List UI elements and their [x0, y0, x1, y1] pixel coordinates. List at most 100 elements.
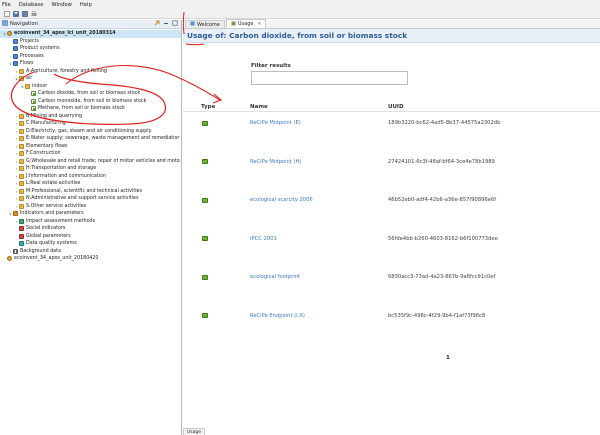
- tree-item-label: indoor: [32, 83, 48, 89]
- new-icon[interactable]: [3, 10, 10, 17]
- tree-item[interactable]: Global parameters: [0, 233, 181, 241]
- navigation-title: Navigation: [10, 21, 38, 27]
- folder-icon: [19, 241, 24, 247]
- folder-icon: [13, 61, 18, 67]
- tree-item[interactable]: Carbon dioxide, from soil or biomass sto…: [0, 90, 181, 98]
- table-row[interactable]: ReCiPe Midpoint (E) 189b3220-bc62-4ad5-8b…: [183, 117, 600, 129]
- table-row[interactable]: ReCiPe Endpoint (I,A) bc535f9c-498c-4f29-…: [183, 310, 600, 322]
- tree-item[interactable]: Social indicators: [0, 225, 181, 233]
- tree-item[interactable]: › A:Agriculture, forestry and fishing: [0, 68, 181, 76]
- usage-tab-icon: [231, 21, 236, 28]
- tree-item[interactable]: › Impact assessment methods: [0, 218, 181, 226]
- tree-item[interactable]: › M:Professional, scientific and technica…: [0, 188, 181, 196]
- tree-item-label: S:Other service activities: [26, 203, 87, 209]
- tree-item-label: C:Manufacturing: [26, 121, 66, 127]
- tree-item[interactable]: › B:Mining and quarrying: [0, 113, 181, 121]
- tree-item-label: Indicators and parameters: [20, 211, 84, 217]
- tree-item[interactable]: › G:Wholesale and retail trade; repair of…: [0, 158, 181, 166]
- tree-item[interactable]: Data quality systems: [0, 240, 181, 248]
- page-number[interactable]: 1: [446, 355, 450, 361]
- save-icon[interactable]: [12, 10, 19, 17]
- tree-item-label: E:Water supply; sewerage, waste manageme…: [26, 136, 180, 142]
- tree-item-label: Elementary flows: [26, 143, 68, 149]
- close-icon[interactable]: ✕: [257, 22, 261, 27]
- filter-label: Filter results: [251, 63, 291, 69]
- tree-item-label: Product systems: [20, 46, 60, 52]
- tab-welcome[interactable]: Welcome: [185, 20, 225, 28]
- tab-usage[interactable]: Usage ✕: [225, 19, 267, 28]
- tree-item[interactable]: › Background data: [0, 248, 181, 256]
- column-uuid[interactable]: UUID: [388, 104, 404, 110]
- tree-item[interactable]: › C:Manufacturing: [0, 120, 181, 128]
- column-name[interactable]: Name: [250, 104, 268, 110]
- impact-method-icon: [202, 236, 208, 241]
- folder-icon: [13, 46, 18, 52]
- tree-item[interactable]: ∨ indoor: [0, 83, 181, 91]
- tree-item-label: Carbon dioxide, from soil or biomass sto…: [38, 91, 141, 97]
- maximize-icon[interactable]: [172, 20, 178, 28]
- table-row[interactable]: ecological footprint 6830acc3-73ad-4a23-8…: [183, 271, 600, 283]
- navigation-icon: [2, 20, 8, 28]
- tree-item[interactable]: › H:Transportation and storage: [0, 165, 181, 173]
- tree-item[interactable]: › E:Water supply; sewerage, waste managem…: [0, 135, 181, 143]
- tree-item-label: G:Wholesale and retail trade; repair of …: [26, 158, 180, 164]
- menu-file[interactable]: File: [2, 2, 11, 8]
- tree-item[interactable]: › S:Other service activities: [0, 203, 181, 211]
- save-all-icon[interactable]: [21, 10, 28, 17]
- filter-input[interactable]: [251, 71, 408, 85]
- method-name-link[interactable]: ReCiPe Endpoint (I,A): [250, 313, 305, 319]
- flow-icon: [31, 91, 36, 97]
- method-name-link[interactable]: ReCiPe Midpoint (H): [250, 159, 301, 165]
- tree-item-label: Global parameters: [26, 233, 71, 239]
- menu-window[interactable]: Window: [51, 2, 71, 8]
- toolbar: [0, 9, 600, 19]
- tree-item[interactable]: Projects: [0, 38, 181, 46]
- navigation-view-tab[interactable]: Navigation: [0, 20, 181, 29]
- folder-icon: [19, 151, 24, 157]
- bottom-usage-tab[interactable]: Usage: [183, 428, 206, 435]
- print-icon[interactable]: [30, 10, 37, 17]
- folder-icon: [13, 53, 18, 59]
- tree-item-label: Social indicators: [26, 226, 66, 232]
- column-type[interactable]: Type: [201, 104, 215, 110]
- uuid-cell: 27424101-6c3f-48af-bf64-3ce4e78b1989: [388, 158, 495, 165]
- tree-item[interactable]: › N:Administrative and support service ac…: [0, 195, 181, 203]
- method-name-link[interactable]: ecological scarcity 2006: [250, 197, 313, 203]
- tree-item[interactable]: Carbon monoxide, from soil or biomass st…: [0, 98, 181, 106]
- link-editor-icon[interactable]: [154, 20, 160, 28]
- tree-item-label: Impact assessment methods: [26, 218, 96, 224]
- method-name-link[interactable]: ecological footprint: [250, 274, 300, 280]
- table-row[interactable]: ReCiPe Midpoint (H) 27424101-6c3f-48af-bf…: [183, 156, 600, 168]
- folder-icon: [19, 128, 24, 134]
- tree-item[interactable]: ∨ Flows: [0, 60, 181, 68]
- tree-item[interactable]: › L:Real estate activities: [0, 180, 181, 188]
- tree-item-label: Methane, from soil or biomass stock: [38, 106, 125, 112]
- menu-help[interactable]: Help: [80, 2, 92, 8]
- tree-item-label: Data quality systems: [26, 241, 77, 247]
- tree-item-label: N:Administrative and support service act…: [26, 196, 139, 202]
- tree-item[interactable]: ∨ Indicators and parameters: [0, 210, 181, 218]
- table-row[interactable]: IPCC 2001 56fde4bb-b260-4603-8162-b6f1007…: [183, 233, 600, 245]
- tree-item[interactable]: ecoinvent_34_apos_unit_20180420: [0, 255, 181, 263]
- tree-item-label: J:Information and communication: [26, 173, 106, 179]
- method-name-link[interactable]: ReCiPe Midpoint (E): [250, 120, 301, 126]
- tree-item[interactable]: › D:Electricity, gas, steam and air condi…: [0, 128, 181, 136]
- tree-item[interactable]: › Processes: [0, 53, 181, 61]
- impact-method-icon: [202, 313, 208, 318]
- tree-item[interactable]: Product systems: [0, 45, 181, 53]
- minimize-icon[interactable]: [163, 20, 169, 28]
- folder-icon: [19, 143, 24, 149]
- tree-item[interactable]: › F:Construction: [0, 150, 181, 158]
- tree-item[interactable]: › Elementary flows: [0, 143, 181, 151]
- tree-item[interactable]: Methane, from soil or biomass stock: [0, 105, 181, 113]
- folder-icon: [19, 226, 24, 232]
- tree-item[interactable]: ∨ ecoinvent_34_apos_lci_unit_20180314: [0, 30, 181, 38]
- folder-icon: [13, 211, 18, 217]
- folder-icon: [19, 188, 24, 194]
- uuid-cell: 6830acc3-73ad-4a23-867b-9a8fcc91c0ef: [388, 274, 496, 280]
- tree-item[interactable]: › J:Information and communication: [0, 173, 181, 181]
- method-name-link[interactable]: IPCC 2001: [250, 236, 277, 242]
- tree-item[interactable]: ∨ air: [0, 75, 181, 83]
- table-row[interactable]: ecological scarcity 2006 46b52eb0-adf4-42…: [183, 194, 600, 206]
- menu-database[interactable]: Database: [19, 2, 44, 8]
